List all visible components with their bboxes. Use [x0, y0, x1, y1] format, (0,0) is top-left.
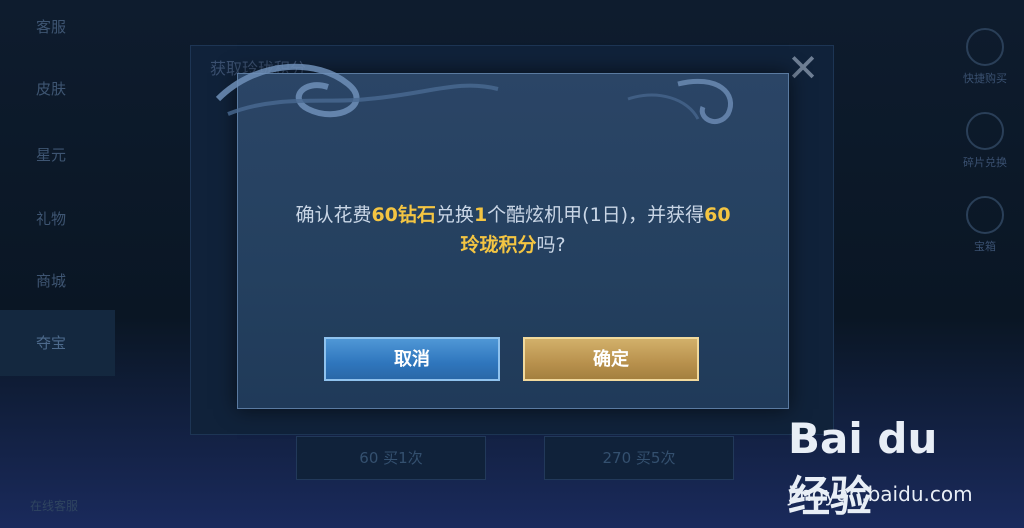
left-menu-item[interactable]: 客服 [36, 16, 66, 37]
left-menu-item[interactable]: 商城 [36, 270, 66, 291]
cancel-button[interactable]: 取消 [324, 337, 500, 381]
left-menu-item[interactable]: 皮肤 [36, 78, 66, 99]
left-menu: 客服 皮肤 星元 礼物 商城 夺宝 [0, 0, 120, 528]
close-icon[interactable]: ✕ [783, 48, 823, 88]
buy-five-button[interactable]: 270 买5次 [544, 436, 734, 480]
confirm-button[interactable]: 确定 [523, 337, 699, 381]
left-menu-item[interactable]: 礼物 [36, 208, 66, 229]
right-rail-item[interactable]: 宝箱 [962, 196, 1008, 254]
buy-once-button[interactable]: 60 买1次 [296, 436, 486, 480]
confirm-dialog: 确认花费60钻石兑换1个酷炫机甲(1日)，并获得60 玲珑积分吗? 取消 确定 [215, 63, 789, 409]
right-rail-item[interactable]: 快捷购买 [962, 28, 1008, 86]
cart-icon [966, 28, 1004, 66]
watermark-brand: Bai du 经验 [788, 414, 938, 521]
left-menu-item[interactable]: 星元 [36, 144, 66, 165]
right-rail-item[interactable]: 碎片兑换 [962, 112, 1008, 170]
baidu-jingyan-watermark: Bai du 经验 jingyan.baidu.com [788, 414, 988, 521]
confirm-message: 确认花费60钻石兑换1个酷炫机甲(1日)，并获得60 玲珑积分吗? [295, 204, 731, 256]
left-footer-link[interactable]: 在线客服 [30, 497, 78, 514]
left-menu-item-active[interactable]: 夺宝 [0, 310, 115, 376]
watermark-url: jingyan.baidu.com [788, 482, 973, 506]
fragment-icon [966, 112, 1004, 150]
chest-icon [966, 196, 1004, 234]
